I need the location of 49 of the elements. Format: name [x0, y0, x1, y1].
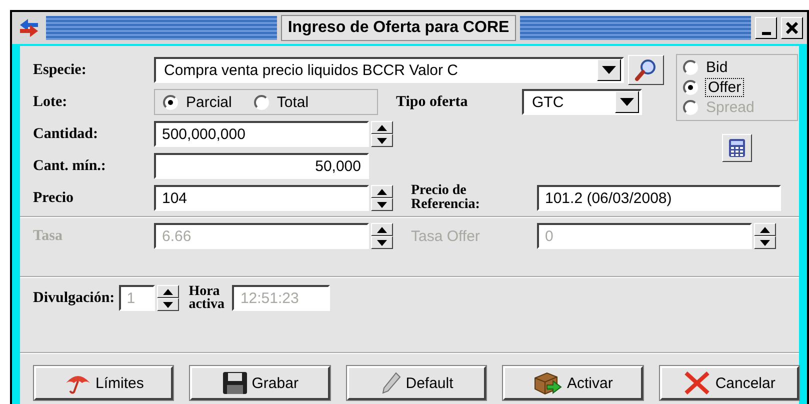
spin-down-button[interactable] [754, 236, 776, 249]
radio-option[interactable]: Offer [683, 79, 791, 96]
field-label: Tasa [33, 228, 64, 244]
especie-dropdown[interactable]: Compra venta precio liquidos BCCR Valor C [154, 57, 624, 83]
spin-up-button[interactable] [156, 285, 179, 298]
radio-option[interactable]: Parcial [163, 94, 232, 110]
precio-input[interactable]: 104 [154, 185, 369, 211]
cant-min-input[interactable]: 50,000 [154, 153, 369, 179]
spin-down-button[interactable] [371, 198, 393, 211]
radio-option[interactable]: Bid [683, 59, 791, 76]
field-label: Divulgación: [33, 290, 115, 306]
field-label: Tasa Offer [411, 228, 481, 244]
spin-down-button[interactable] [371, 134, 393, 147]
window-title: Ingreso de Oferta para CORE [280, 15, 516, 41]
field-label: Hora activa [188, 285, 224, 311]
field-label: Cantidad: [33, 126, 100, 142]
field-label: Cant. mín.: [33, 158, 107, 174]
field-label: Precio [33, 190, 75, 206]
pencil-icon [380, 371, 402, 395]
spin-up-button[interactable] [371, 185, 393, 198]
search-button[interactable] [628, 55, 664, 85]
spin-down-button[interactable] [371, 236, 393, 249]
tipo-oferta-dropdown[interactable]: GTC [522, 89, 642, 115]
radio-circle[interactable] [163, 94, 178, 110]
radio-option[interactable]: Total [254, 94, 309, 110]
close-button[interactable] [781, 17, 804, 39]
default-button[interactable]: Default [346, 366, 486, 400]
cancel-button[interactable]: Cancelar [660, 366, 800, 400]
activate-button[interactable]: Activar [503, 366, 643, 400]
calculator-icon [728, 138, 746, 158]
spin-up-button[interactable] [754, 223, 776, 236]
field-label: Especie: [33, 62, 88, 78]
calculator-button[interactable] [722, 134, 752, 162]
precio-referencia-input[interactable]: 101.2 (06/03/2008) [537, 185, 781, 211]
spin-up-button[interactable] [371, 223, 393, 236]
spin-down-button[interactable] [156, 298, 179, 311]
cancel-icon [683, 371, 712, 395]
box-arrow-icon [533, 370, 563, 396]
field-label: Lote: [33, 94, 68, 110]
cantidad-input[interactable]: 500,000,000 [154, 121, 369, 147]
field-label: Tipo oferta [396, 94, 469, 110]
limits-button[interactable]: Límites [34, 366, 174, 400]
minimize-button[interactable] [755, 17, 778, 39]
close-icon [786, 22, 798, 34]
spin-up-button[interactable] [371, 121, 393, 134]
field-label: Precio de Referencia: [411, 184, 481, 212]
save-button[interactable]: Grabar [190, 366, 330, 400]
radio-circle[interactable] [254, 94, 269, 110]
search-icon [634, 58, 658, 82]
